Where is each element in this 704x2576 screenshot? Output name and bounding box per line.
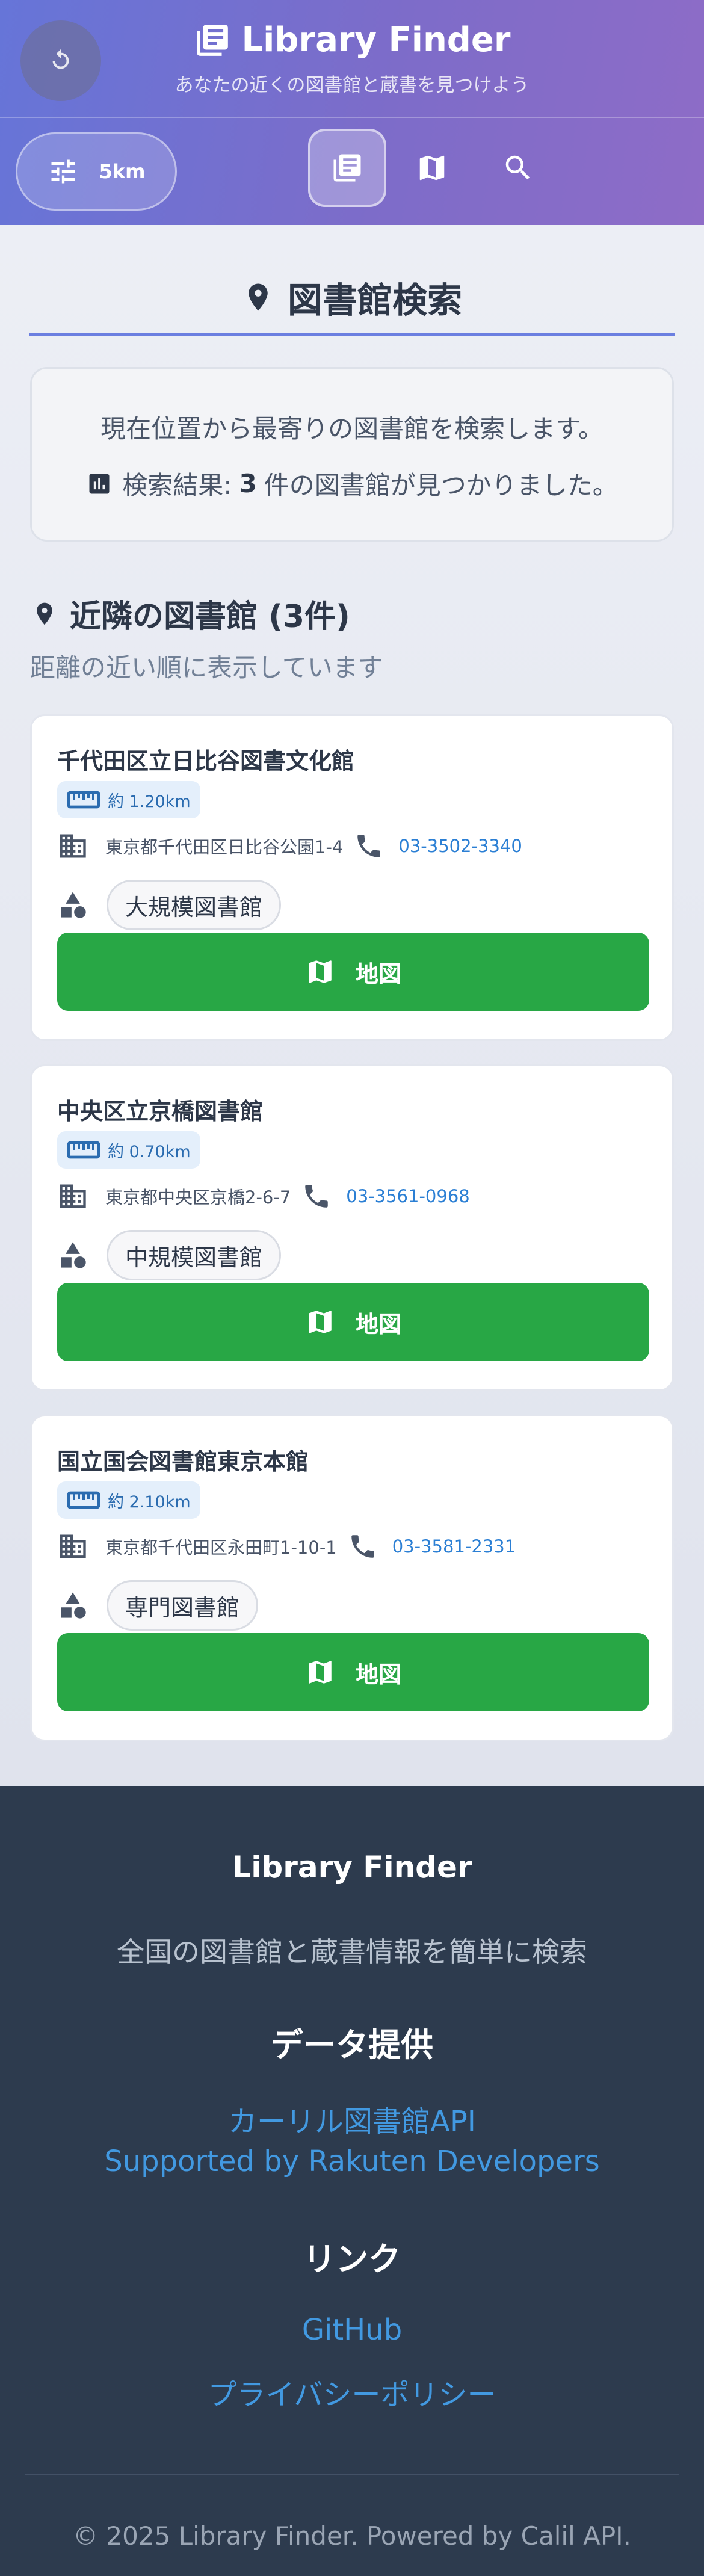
page-footer: Library Finder 全国の図書館と蔵書情報を簡単に検索 データ提供 カ… [0, 1786, 704, 2576]
library-books-icon [196, 24, 228, 56]
library-phone-link[interactable]: 03-3502-3340 [398, 836, 522, 856]
bar-chart-icon [89, 474, 110, 493]
distance-text: 約 2.10km [108, 1492, 191, 1512]
search-result-summary: 検索結果: 3 件の図書館が見つかりました。 [32, 465, 672, 502]
result-suffix: 件の図書館が見つかりました。 [264, 471, 618, 500]
ruler-icon [67, 1491, 100, 1509]
footer-data-heading: データ提供 [271, 2026, 433, 2064]
library-type-chip: 専門図書館 [107, 1580, 259, 1631]
library-phone-link[interactable]: 03-3561-0968 [346, 1186, 469, 1206]
distance-badge: 約 1.20km [57, 781, 200, 818]
search-icon [505, 155, 530, 180]
library-icon [333, 154, 361, 182]
footer-link-github[interactable]: GitHub [0, 2313, 704, 2347]
app-subtitle: あなたの近くの図書館と蔵書を見つけよう [174, 75, 530, 96]
search-section-title: 図書館検索 [0, 272, 704, 323]
result-count: 3 [239, 469, 257, 498]
map-button[interactable]: 地図 [57, 933, 649, 1011]
tab-search[interactable] [479, 129, 557, 207]
map-icon [309, 960, 332, 983]
category-icon [61, 1242, 86, 1268]
app-title-text: Library Finder [241, 20, 511, 60]
map-button-label: 地図 [355, 960, 401, 987]
search-info-box: 現在位置から最寄りの図書館を検索します。 検索結果: 3 件の図書館が見つかりま… [30, 367, 674, 542]
list-title-text: 近隣の図書館 (3件) [70, 599, 350, 635]
footer-divider [25, 2474, 679, 2475]
app-header: Library Finder あなたの近くの図書館と蔵書を見つけよう 5km [0, 0, 704, 225]
library-name: 千代田区立日比谷図書文化館 [57, 748, 355, 774]
building-icon [60, 834, 86, 858]
result-prefix: 検索結果: [122, 471, 232, 500]
library-name: 国立国会図書館東京本館 [57, 1448, 309, 1475]
app-title: Library Finder [0, 20, 704, 60]
library-card[interactable]: 中央区立京橋図書館 約 0.70km 東京都中央区京橋2-6-7 03-3561… [30, 1064, 674, 1391]
library-address: 東京都中央区京橋2-6-7 [105, 1187, 291, 1208]
building-icon [60, 1534, 86, 1558]
header-divider [0, 117, 704, 118]
list-subtitle: 距離の近い順に表示しています [30, 653, 383, 682]
location-pin-icon [249, 283, 268, 311]
search-info-text: 現在位置から最寄りの図書館を検索します。 [100, 414, 604, 443]
section-underline [29, 333, 675, 336]
building-icon [60, 1184, 86, 1208]
footer-link-privacy[interactable]: プライバシーポリシー [0, 2371, 704, 2413]
contact-row: 東京都中央区京橋2-6-7 03-3561-0968 [57, 1181, 470, 1212]
phone-icon [357, 835, 381, 857]
location-pin-icon [37, 602, 52, 625]
distance-text: 約 0.70km [108, 1142, 191, 1161]
footer-brand: Library Finder [232, 1850, 472, 1885]
distance-badge: 約 0.70km [57, 1131, 200, 1169]
library-card[interactable]: 千代田区立日比谷図書文化館 約 1.20km 東京都千代田区日比谷公園1-4 0… [30, 714, 674, 1041]
tab-library-list[interactable] [308, 129, 386, 207]
library-list-title: 近隣の図書館 (3件) [31, 591, 350, 636]
ruler-icon [67, 1141, 100, 1159]
distance-badge: 約 2.10km [57, 1481, 200, 1519]
footer-links-heading: リンク [303, 2240, 401, 2278]
map-button[interactable]: 地図 [57, 1283, 649, 1361]
footer-link-calil-api[interactable]: カーリル図書館API [0, 2098, 704, 2140]
library-address: 東京都千代田区日比谷公園1-4 [105, 837, 344, 857]
ruler-icon [67, 791, 100, 809]
radius-selector[interactable]: 5km [16, 132, 177, 211]
library-address: 東京都千代田区永田町1-10-1 [105, 1537, 337, 1558]
contact-row: 東京都千代田区日比谷公園1-4 03-3502-3340 [57, 830, 522, 862]
type-row: 中規模図書館 [57, 1230, 282, 1280]
map-button-label: 地図 [355, 1661, 401, 1688]
radius-value: 5km [99, 160, 146, 183]
library-type-chip: 中規模図書館 [107, 1230, 282, 1280]
distance-text: 約 1.20km [108, 792, 191, 811]
phone-icon [305, 1185, 329, 1208]
library-type-chip: 大規模図書館 [107, 880, 282, 930]
tab-map[interactable] [393, 129, 471, 207]
footer-tagline: 全国の図書館と蔵書情報を簡単に検索 [117, 1936, 587, 1968]
library-phone-link[interactable]: 03-3581-2331 [392, 1536, 516, 1557]
library-card[interactable]: 国立国会図書館東京本館 約 2.10km 東京都千代田区永田町1-10-1 03… [30, 1415, 674, 1741]
contact-row: 東京都千代田区永田町1-10-1 03-3581-2331 [57, 1531, 516, 1562]
tune-icon [51, 159, 75, 184]
category-icon [61, 1592, 86, 1619]
footer-copyright: © 2025 Library Finder. Powered by Calil … [73, 2521, 631, 2551]
type-row: 専門図書館 [57, 1580, 259, 1631]
footer-link-rakuten[interactable]: Supported by Rakuten Developers [0, 2145, 704, 2178]
category-icon [61, 892, 86, 918]
map-icon [309, 1661, 332, 1684]
map-icon [419, 155, 445, 181]
map-button-label: 地図 [355, 1311, 401, 1338]
map-button[interactable]: 地図 [57, 1633, 649, 1711]
header-top: Library Finder あなたの近くの図書館と蔵書を見つけよう [0, 0, 704, 117]
library-name: 中央区立京橋図書館 [57, 1098, 264, 1125]
phone-icon [351, 1535, 374, 1558]
search-title-text: 図書館検索 [287, 280, 462, 321]
map-icon [309, 1311, 332, 1333]
type-row: 大規模図書館 [57, 880, 282, 930]
